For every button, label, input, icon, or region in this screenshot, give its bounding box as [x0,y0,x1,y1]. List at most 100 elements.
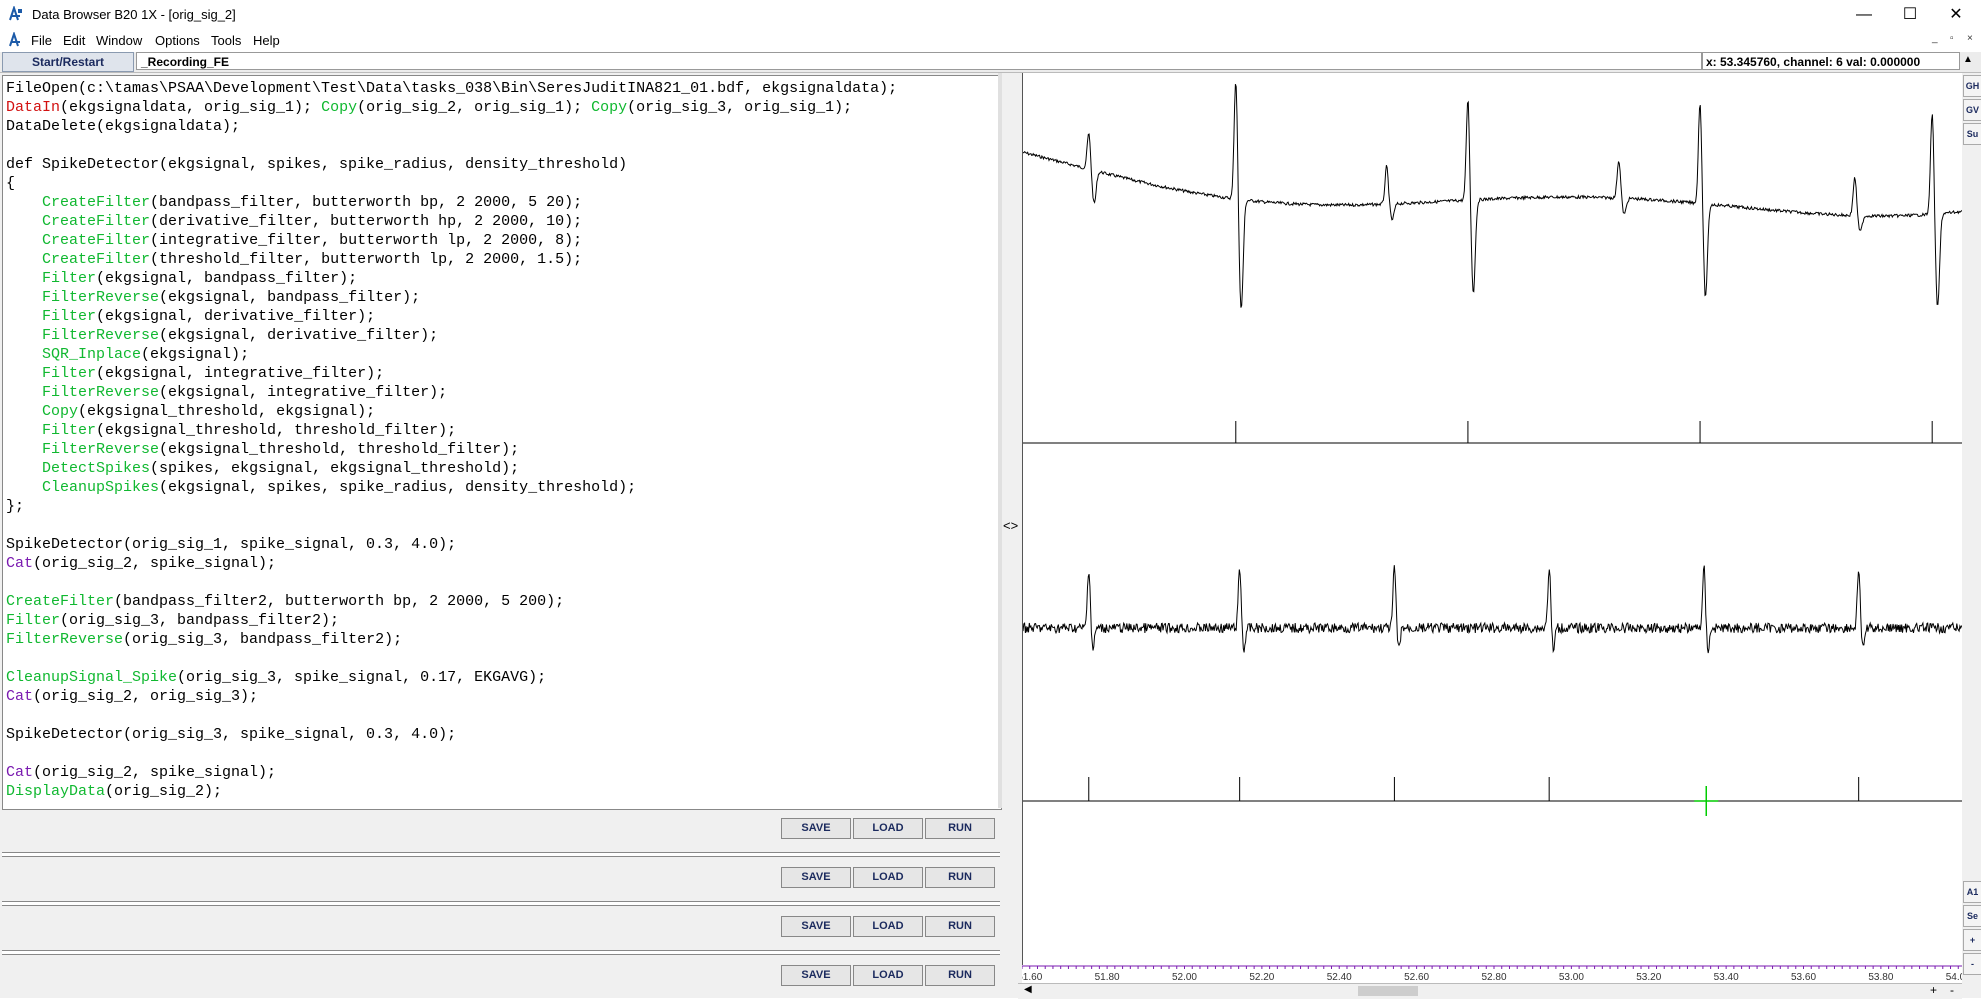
load-button[interactable]: LOAD [853,916,923,937]
code-token: (ekgsignal_threshold, ekgsignal); [78,403,376,420]
code-line[interactable]: DisplayData(orig_sig_2); [6,782,897,801]
zoom-in-button[interactable]: + [1930,983,1937,997]
code-line[interactable]: CreateFilter(derivative_filter, butterwo… [6,212,897,231]
scroll-left-arrow-icon[interactable]: ◀ [1024,984,1032,995]
code-line[interactable] [6,649,897,668]
title-bar: Data Browser B20 1X - [orig_sig_2] — ☐ ✕ [0,0,1981,30]
a1-button[interactable]: A1 [1963,881,1981,903]
signal-display[interactable] [1022,73,1968,965]
su-button[interactable]: Su [1963,123,1981,145]
code-line[interactable]: SpikeDetector(orig_sig_3, spike_signal, … [6,725,897,744]
code-line[interactable]: CleanupSignal_Spike(orig_sig_3, spike_si… [6,668,897,687]
code-line[interactable]: CreateFilter(threshold_filter, butterwor… [6,250,897,269]
code-line[interactable] [6,516,897,535]
code-token: def SpikeDetector(ekgsignal, spikes, spi… [6,156,628,173]
code-token: (spikes, ekgsignal, ekgsignal_threshold)… [150,460,520,477]
minimize-button[interactable]: — [1841,0,1887,30]
code-line[interactable]: DataDelete(ekgsignaldata); [6,117,897,136]
code-line[interactable]: Cat(orig_sig_2, spike_signal); [6,763,897,782]
code-line[interactable]: FilterReverse(orig_sig_3, bandpass_filte… [6,630,897,649]
zoom-out-button[interactable]: - [1950,983,1954,997]
code-line[interactable]: CreateFilter(integrative_filter, butterw… [6,231,897,250]
code-line[interactable]: Filter(orig_sig_3, bandpass_filter2); [6,611,897,630]
recording-name-field[interactable]: _Recording_FE [136,52,1702,70]
code-line[interactable] [6,706,897,725]
x-tick-label: 51.60 [1022,972,1043,983]
script-editor[interactable]: FileOpen(c:\tamas\PSAA\Development\Test\… [2,75,1002,810]
save-button[interactable]: SAVE [781,867,851,888]
maximize-button[interactable]: ☐ [1887,0,1933,30]
code-line[interactable]: }; [6,497,897,516]
code-line[interactable]: def SpikeDetector(ekgsignal, spikes, spi… [6,155,897,174]
load-button[interactable]: LOAD [853,965,923,986]
code-line[interactable]: FilterReverse(ekgsignal_threshold, thres… [6,440,897,459]
start-restart-button[interactable]: Start/Restart [2,52,134,72]
document-icon[interactable] [8,32,24,48]
pane-splitter[interactable] [1004,73,1022,998]
code-line[interactable]: FilterReverse(ekgsignal, integrative_fil… [6,383,897,402]
code-line[interactable]: { [6,174,897,193]
mdi-close-button[interactable]: × [1967,33,1973,44]
code-line[interactable]: FilterReverse(ekgsignal, derivative_filt… [6,326,897,345]
se-button[interactable]: Se [1963,905,1981,927]
menu-options[interactable]: Options [155,33,200,48]
horizontal-scrollbar[interactable]: ◀ + - [1018,983,1962,999]
menu-help[interactable]: Help [253,33,280,48]
splitter-arrows-icon[interactable]: <> [1003,518,1018,533]
run-button[interactable]: RUN [925,867,995,888]
code-token: (ekgsignal, integrative_filter); [159,384,448,401]
zoom-minus-button[interactable]: - [1963,953,1981,975]
code-token: Copy [321,99,358,116]
mdi-restore-button[interactable]: ▫ [1950,33,1954,44]
code-line[interactable] [6,573,897,592]
load-button[interactable]: LOAD [853,818,923,839]
code-line[interactable]: DataIn(ekgsignaldata, orig_sig_1); Copy(… [6,98,897,117]
code-line[interactable]: Filter(ekgsignal, integrative_filter); [6,364,897,383]
code-line[interactable]: Copy(ekgsignal_threshold, ekgsignal); [6,402,897,421]
save-button[interactable]: SAVE [781,916,851,937]
code-line[interactable]: SpikeDetector(orig_sig_1, spike_signal, … [6,535,897,554]
code-line[interactable] [6,744,897,763]
code-line[interactable]: Filter(ekgsignal_threshold, threshold_fi… [6,421,897,440]
code-token: (ekgsignal, integrative_filter); [96,365,385,382]
code-line[interactable]: CreateFilter(bandpass_filter, butterwort… [6,193,897,212]
menu-bar: File Edit Window Options Tools Help [0,30,1981,52]
menu-file[interactable]: File [31,33,52,48]
scroll-thumb[interactable] [1358,986,1418,996]
run-button[interactable]: RUN [925,965,995,986]
code-line[interactable]: DetectSpikes(spikes, ekgsignal, ekgsigna… [6,459,897,478]
code-line[interactable]: CleanupSpikes(ekgsignal, spikes, spike_r… [6,478,897,497]
code-line[interactable]: FilterReverse(ekgsignal, bandpass_filter… [6,288,897,307]
code-line[interactable]: FileOpen(c:\tamas\PSAA\Development\Test\… [6,79,897,98]
run-button[interactable]: RUN [925,818,995,839]
zoom-plus-button[interactable]: + [1963,929,1981,951]
menu-edit[interactable]: Edit [63,33,85,48]
gh-button[interactable]: GH [1963,75,1981,97]
code-line[interactable]: Cat(orig_sig_2, spike_signal); [6,554,897,573]
code-token: SQR_Inplace [42,346,142,363]
scroll-up-arrow-icon[interactable]: ▲ [1963,54,1973,65]
save-button[interactable]: SAVE [781,818,851,839]
save-button[interactable]: SAVE [781,965,851,986]
code-text[interactable]: FileOpen(c:\tamas\PSAA\Development\Test\… [6,79,897,801]
run-button[interactable]: RUN [925,916,995,937]
code-line[interactable]: CreateFilter(bandpass_filter2, butterwor… [6,592,897,611]
time-axis: 51.60 51.80 52.00 52.20 52.40 52.60 52.80 53.00… [1017,965,1971,983]
code-line[interactable] [6,136,897,155]
mdi-minimize-button[interactable]: _ [1932,33,1938,44]
load-button[interactable]: LOAD [853,867,923,888]
code-line[interactable]: Filter(ekgsignal, derivative_filter); [6,307,897,326]
signal-plot[interactable] [1022,73,1968,965]
editor-scrollbar[interactable] [998,73,1002,808]
script-pane: FileOpen(c:\tamas\PSAA\Development\Test\… [0,73,1004,998]
code-line[interactable]: SQR_Inplace(ekgsignal); [6,345,897,364]
gv-button[interactable]: GV [1963,99,1981,121]
close-button[interactable]: ✕ [1933,0,1979,30]
menu-window[interactable]: Window [96,33,142,48]
menu-tools[interactable]: Tools [211,33,241,48]
code-line[interactable]: Cat(orig_sig_2, orig_sig_3); [6,687,897,706]
code-token: (ekgsignaldata, orig_sig_1); [60,99,322,116]
code-line[interactable]: Filter(ekgsignal, bandpass_filter); [6,269,897,288]
